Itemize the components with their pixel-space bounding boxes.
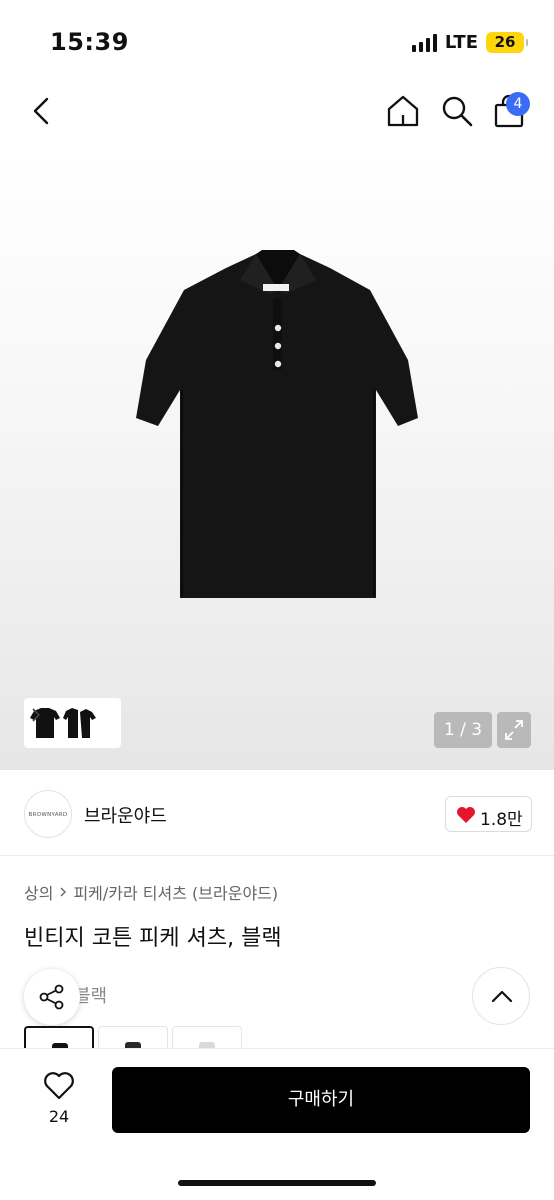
- heart-filled-icon: [457, 807, 475, 823]
- share-button[interactable]: [24, 969, 80, 1025]
- wishlist-count: 24: [48, 1107, 70, 1126]
- product-title: 빈티지 코튼 피케 셔츠, 블랙: [24, 926, 282, 951]
- search-icon[interactable]: [440, 94, 474, 128]
- network-label: LTE: [444, 32, 478, 53]
- status-bar: 15:39 LTE 26: [0, 0, 554, 80]
- status-time: 15:39: [50, 28, 129, 56]
- product-image-polo-shirt: [136, 250, 418, 598]
- breadcrumb-subcategory[interactable]: 피케/카라 티셔츠 (브라운야드): [73, 880, 278, 904]
- thumbnail-strip[interactable]: [24, 698, 121, 748]
- scroll-to-top-button[interactable]: [472, 967, 530, 1025]
- option-thumb-2[interactable]: [98, 1026, 168, 1048]
- option-thumb-1[interactable]: [24, 1026, 94, 1048]
- product-image-gallery[interactable]: 1 / 3: [0, 150, 554, 770]
- home-icon[interactable]: [386, 94, 420, 128]
- brand-logo[interactable]: BROWNYARD: [24, 790, 72, 838]
- expand-icon: [505, 720, 523, 740]
- brand-name[interactable]: 브라운야드: [84, 802, 167, 828]
- back-arrow-icon[interactable]: [26, 94, 60, 128]
- brand-like-count: 1.8만: [480, 810, 523, 830]
- wishlist-button[interactable]: 24: [30, 1069, 88, 1131]
- share-icon: [39, 984, 64, 1010]
- signal-icon: [411, 33, 437, 52]
- breadcrumb-category[interactable]: 상의: [24, 880, 53, 904]
- breadcrumb: 상의 피케/카라 티셔츠 (브라운야드): [24, 880, 278, 904]
- home-indicator: [178, 1180, 376, 1186]
- image-counter: 1 / 3: [434, 712, 492, 748]
- status-indicators: LTE 26: [411, 32, 528, 53]
- brand-like-button[interactable]: 1.8만: [445, 796, 532, 832]
- expand-button[interactable]: [497, 712, 531, 748]
- bottom-action-bar: 24 구매하기: [0, 1048, 554, 1200]
- option-thumb-3[interactable]: [172, 1026, 242, 1048]
- chevron-up-icon: [491, 990, 513, 1003]
- brand-row[interactable]: BROWNYARD 브라운야드 1.8만: [0, 772, 554, 856]
- chevron-right-icon: [32, 708, 41, 722]
- heart-outline-icon: [44, 1072, 74, 1100]
- battery-icon: 26: [486, 32, 528, 53]
- top-nav: [0, 80, 554, 144]
- buy-button[interactable]: 구매하기: [112, 1067, 530, 1133]
- chevron-right-icon: [60, 887, 67, 897]
- cart-count-badge: 4: [506, 92, 530, 116]
